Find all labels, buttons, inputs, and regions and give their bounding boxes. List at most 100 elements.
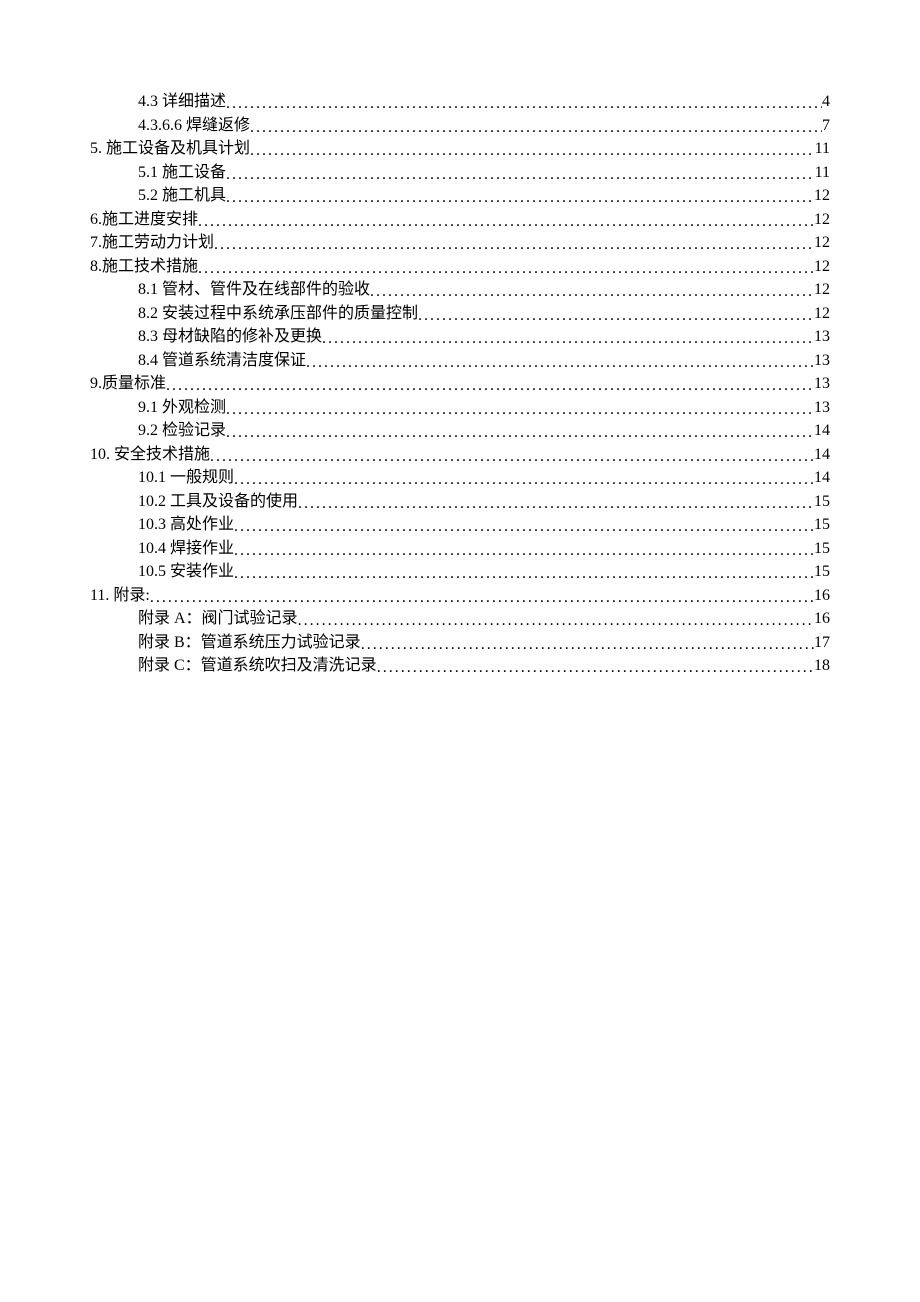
toc-entry-page: 15 [814,560,830,584]
toc-leader-dots [250,116,822,140]
toc-leader-dots [234,539,814,563]
toc-entry-page: 12 [814,184,830,208]
toc-entry-label: 8.3 母材缺陷的修补及更换 [138,325,322,349]
toc-leader-dots [166,374,814,398]
toc-entry-label: 7.施工劳动力计划 [90,231,214,255]
toc-leader-dots [226,398,814,422]
toc-entry-label: 附录 A：阀门试验记录 [138,607,298,631]
toc-entry-label: 附录 C：管道系统吹扫及清洗记录 [138,654,377,678]
toc-leader-dots [150,586,814,610]
toc-leader-dots [306,351,814,375]
toc-entry-page: 17 [814,631,830,655]
toc-entry-label: 5.1 施工设备 [138,161,226,185]
toc-entry: 7.施工劳动力计划 12 [90,231,830,255]
toc-leader-dots [198,257,814,281]
toc-entry-page: 13 [814,372,830,396]
toc-entry-page: 13 [814,325,830,349]
toc-entry-page: 14 [814,466,830,490]
toc-entry: 8.2 安装过程中系统承压部件的质量控制 12 [90,302,830,326]
toc-leader-dots [226,186,814,210]
toc-entry-page: 15 [814,537,830,561]
toc-entry: 9.质量标准 13 [90,372,830,396]
toc-entry-label: 10.1 一般规则 [138,466,234,490]
toc-entry-label: 10. 安全技术措施 [90,443,210,467]
toc-leader-dots [214,233,814,257]
toc-entry: 10. 安全技术措施 14 [90,443,830,467]
toc-leader-dots [298,609,814,633]
toc-entry-label: 10.4 焊接作业 [138,537,234,561]
toc-entry-page: 12 [814,231,830,255]
toc-entry-label: 4.3.6.6 焊缝返修 [138,114,250,138]
toc-entry: 8.施工技术措施 12 [90,255,830,279]
toc-leader-dots [234,515,814,539]
toc-entry-page: 18 [814,654,830,678]
toc-entry-label: 5.2 施工机具 [138,184,226,208]
toc-entry-page: 14 [814,443,830,467]
toc-entry-label: 9.2 检验记录 [138,419,226,443]
toc-leader-dots [198,210,814,234]
toc-leader-dots [418,304,814,328]
toc-entry-label: 10.2 工具及设备的使用 [138,490,298,514]
toc-leader-dots [250,139,815,163]
toc-entry-page: 15 [814,513,830,537]
toc-leader-dots [226,163,815,187]
toc-entry-label: 8.2 安装过程中系统承压部件的质量控制 [138,302,418,326]
toc-entry: 附录 A：阀门试验记录 16 [90,607,830,631]
toc-entry-page: 11 [815,137,830,161]
toc-entry-page: 14 [814,419,830,443]
toc-entry: 4.3.6.6 焊缝返修 7 [90,114,830,138]
toc-leader-dots [298,492,814,516]
toc-entry: 11. 附录: 16 [90,584,830,608]
table-of-contents: 4.3 详细描述44.3.6.6 焊缝返修75. 施工设备及机具计划115.1 … [90,90,830,678]
toc-entry: 5.2 施工机具 12 [90,184,830,208]
toc-entry-label: 10.5 安装作业 [138,560,234,584]
toc-entry-label: 4.3 详细描述 [138,90,226,114]
toc-leader-dots [226,421,814,445]
toc-leader-dots [226,92,822,116]
toc-entry-page: 13 [814,349,830,373]
toc-entry: 9.2 检验记录 14 [90,419,830,443]
toc-leader-dots [234,562,814,586]
toc-entry: 5.1 施工设备 11 [90,161,830,185]
toc-entry: 10.4 焊接作业 15 [90,537,830,561]
toc-entry: 10.5 安装作业 15 [90,560,830,584]
toc-entry: 附录 C：管道系统吹扫及清洗记录 18 [90,654,830,678]
toc-entry-page: 12 [814,278,830,302]
toc-entry-page: 16 [814,584,830,608]
toc-entry-label: 8.施工技术措施 [90,255,198,279]
toc-entry-page: 11 [815,161,830,185]
toc-entry-page: 13 [814,396,830,420]
toc-entry: 10.1 一般规则 14 [90,466,830,490]
toc-entry-label: 10.3 高处作业 [138,513,234,537]
toc-entry-page: 7 [822,114,830,138]
toc-entry-page: 15 [814,490,830,514]
toc-entry-page: 16 [814,607,830,631]
toc-entry: 8.4 管道系统清洁度保证 13 [90,349,830,373]
toc-entry-label: 11. 附录: [90,584,150,608]
toc-entry-label: 9.质量标准 [90,372,166,396]
toc-entry-page: 12 [814,208,830,232]
toc-entry-label: 附录 B：管道系统压力试验记录 [138,631,361,655]
toc-entry-label: 9.1 外观检测 [138,396,226,420]
toc-leader-dots [322,327,814,351]
toc-entry: 10.3 高处作业 15 [90,513,830,537]
toc-entry: 9.1 外观检测 13 [90,396,830,420]
toc-leader-dots [210,445,814,469]
toc-leader-dots [377,656,814,680]
toc-entry: 6.施工进度安排 12 [90,208,830,232]
toc-entry-page: 12 [814,255,830,279]
toc-entry-page: 4 [822,90,830,114]
toc-entry: 8.1 管材、管件及在线部件的验收 12 [90,278,830,302]
toc-entry: 5. 施工设备及机具计划 11 [90,137,830,161]
toc-entry-label: 8.1 管材、管件及在线部件的验收 [138,278,370,302]
toc-entry-label: 5. 施工设备及机具计划 [90,137,250,161]
toc-entry: 8.3 母材缺陷的修补及更换 13 [90,325,830,349]
toc-leader-dots [234,468,814,492]
toc-entry: 4.3 详细描述 4 [90,90,830,114]
toc-entry-page: 12 [814,302,830,326]
toc-entry-label: 8.4 管道系统清洁度保证 [138,349,306,373]
toc-entry-label: 6.施工进度安排 [90,208,198,232]
toc-leader-dots [361,633,814,657]
toc-entry: 附录 B：管道系统压力试验记录 17 [90,631,830,655]
toc-entry: 10.2 工具及设备的使用 15 [90,490,830,514]
